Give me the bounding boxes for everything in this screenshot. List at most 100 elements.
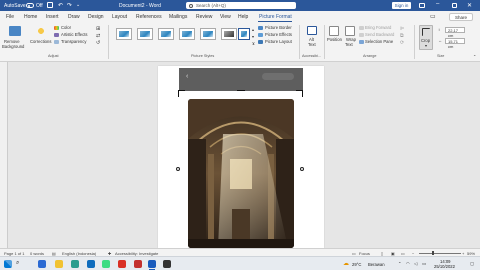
clock-date[interactable]: 25/10/2022: [434, 264, 455, 269]
tab-picture-format[interactable]: Picture Format: [259, 14, 292, 20]
file-explorer-icon[interactable]: [55, 260, 63, 268]
picture-effects-button[interactable]: Picture Effects: [265, 32, 292, 37]
notification-icon[interactable]: ▢: [470, 261, 474, 266]
sign-in-button[interactable]: Sign in: [392, 2, 411, 9]
chrome-icon[interactable]: [102, 260, 110, 268]
tab-file[interactable]: File: [6, 14, 14, 20]
tab-references[interactable]: References: [136, 14, 162, 20]
volume-icon[interactable]: ◁: [414, 261, 417, 266]
selection-pane-icon: [359, 40, 364, 44]
styles-more-icon[interactable]: ⊻: [252, 41, 255, 46]
alt-text-label-2[interactable]: Text: [308, 42, 316, 47]
rotate-icon[interactable]: ⟳: [400, 40, 404, 46]
weather-text[interactable]: Berawan: [368, 262, 385, 267]
tab-insert[interactable]: Insert: [46, 14, 59, 20]
resize-handle-right[interactable]: [300, 167, 304, 171]
search-box[interactable]: Search (Alt+Q): [186, 2, 296, 9]
selection-pane-button[interactable]: Selection Pane: [365, 39, 393, 44]
comments-icon[interactable]: ▭: [430, 13, 436, 20]
picture-style-5[interactable]: [200, 28, 216, 40]
close-icon[interactable]: ✕: [467, 2, 472, 9]
group-icon[interactable]: ⧉: [400, 33, 404, 39]
crop-handle-top-left[interactable]: [178, 90, 185, 97]
search-icon: [189, 3, 193, 8]
taskbar: ⌕ ☁ 29°C Berawan ⌃ ◠ ◁ ▭ 14:09 25/10/202…: [0, 256, 480, 270]
resize-handle-left[interactable]: [176, 167, 180, 171]
maximize-icon[interactable]: [452, 3, 457, 8]
opera-icon[interactable]: [118, 260, 126, 268]
qat-more-icon[interactable]: ⌄: [76, 2, 80, 8]
divider: [324, 25, 325, 59]
status-bar: Page 1 of 1 0 words ▤ English (Indonesia…: [0, 248, 480, 256]
edge-icon[interactable]: [71, 260, 79, 268]
zoom-slider-thumb[interactable]: [432, 251, 434, 255]
corrections-icon: [36, 26, 46, 36]
word-icon[interactable]: [148, 260, 156, 268]
picture-style-2[interactable]: [137, 28, 153, 40]
picture-style-1[interactable]: [116, 28, 132, 40]
crop-icon: [422, 28, 430, 36]
remove-background-label-2[interactable]: Background: [2, 44, 24, 49]
send-backward-button[interactable]: Send Backward: [365, 32, 394, 37]
bring-forward-button[interactable]: Bring Forward: [365, 25, 391, 30]
search-icon[interactable]: ⌕: [16, 260, 19, 267]
powerpoint-icon[interactable]: [134, 260, 142, 268]
crop-dropdown-icon[interactable]: ▾: [425, 43, 427, 48]
picture-layout-button[interactable]: Picture Layout: [265, 39, 292, 44]
tab-design[interactable]: Design: [88, 14, 104, 20]
width-icon: ↔: [438, 38, 442, 43]
tab-mailings[interactable]: Mailings: [169, 14, 187, 20]
picture-style-3[interactable]: [158, 28, 174, 40]
tab-review[interactable]: Review: [196, 14, 212, 20]
transparency-icon: [54, 40, 59, 44]
undo-icon[interactable]: ↶: [58, 2, 63, 9]
corrections-button[interactable]: Corrections: [30, 39, 51, 44]
adjust-group-label: Adjust: [48, 54, 59, 58]
color-button[interactable]: Color: [61, 25, 71, 30]
transparency-button[interactable]: Transparency: [61, 39, 86, 44]
selected-picture[interactable]: [188, 99, 294, 248]
redo-icon[interactable]: ↷: [67, 2, 72, 9]
temperature[interactable]: 29°C: [352, 262, 361, 267]
picture-style-7[interactable]: [238, 28, 250, 40]
position-button[interactable]: Position: [327, 37, 342, 42]
tab-draw[interactable]: Draw: [68, 14, 80, 20]
tray-chevron-icon[interactable]: ⌃: [398, 261, 402, 266]
tab-layout[interactable]: Layout: [112, 14, 127, 20]
store-icon[interactable]: [87, 260, 95, 268]
battery-icon[interactable]: ▭: [422, 261, 426, 266]
collapse-ribbon-icon[interactable]: ⌃: [473, 54, 476, 59]
width-field[interactable]: 15,71 cm: [445, 38, 465, 49]
ribbon-tabs: File Home Insert Draw Design Layout Refe…: [0, 11, 480, 23]
align-icon[interactable]: ⊫: [400, 26, 404, 32]
wifi-icon[interactable]: ◠: [406, 261, 410, 266]
change-picture-icon[interactable]: ⇄: [96, 33, 100, 39]
tab-home[interactable]: Home: [24, 14, 37, 20]
picture-border-button[interactable]: Picture Border: [265, 25, 292, 30]
crop-handle-top-right[interactable]: [296, 90, 303, 97]
color-icon: [54, 26, 59, 30]
styles-scroll-down-icon[interactable]: ▾: [252, 34, 254, 39]
app-icon[interactable]: [163, 260, 171, 268]
zoom-slider[interactable]: [419, 253, 461, 254]
task-view-icon[interactable]: [38, 260, 46, 268]
share-button[interactable]: Share: [449, 13, 473, 21]
wrap-text-icon: [345, 26, 355, 36]
picture-style-6[interactable]: [221, 28, 237, 40]
artistic-effects-button[interactable]: Artistic Effects: [61, 32, 87, 37]
size-group-label: Size: [437, 54, 445, 58]
tab-view[interactable]: View: [220, 14, 231, 20]
save-icon[interactable]: [47, 2, 53, 8]
reset-picture-icon[interactable]: ↺: [96, 40, 100, 46]
wrap-text-label-2[interactable]: Text: [345, 42, 353, 47]
height-field[interactable]: 22,17 cm: [445, 27, 465, 38]
tab-help[interactable]: Help: [238, 14, 248, 20]
styles-scroll-up-icon[interactable]: ▴: [252, 27, 254, 32]
ribbon-display-icon[interactable]: [419, 3, 425, 8]
start-icon[interactable]: [4, 260, 12, 268]
compress-pictures-icon[interactable]: ⊞: [96, 26, 100, 32]
minimize-icon[interactable]: –: [436, 1, 439, 7]
autosave-toggle[interactable]: [26, 3, 34, 8]
crop-handle-top[interactable]: [237, 90, 245, 91]
picture-style-4[interactable]: [179, 28, 195, 40]
